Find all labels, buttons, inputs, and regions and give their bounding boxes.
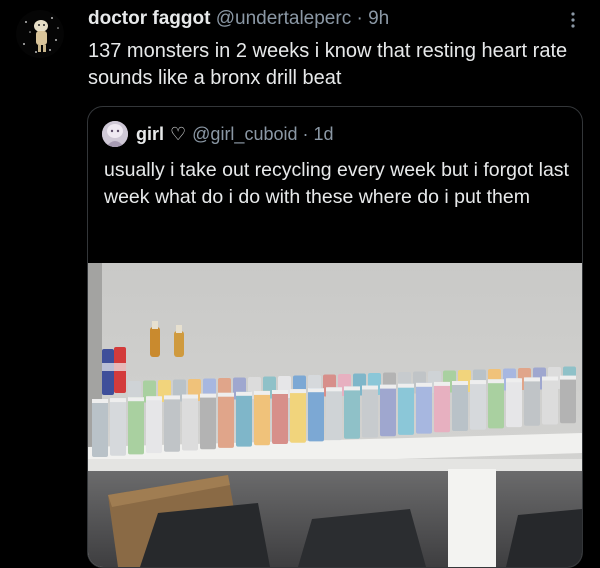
can-top: [326, 387, 342, 392]
can-top: [488, 379, 504, 384]
can-top: [128, 397, 144, 402]
can: [452, 381, 468, 431]
can-top: [398, 383, 414, 388]
can: [398, 383, 414, 435]
can: [416, 382, 432, 434]
can-top: [344, 386, 360, 391]
can-top: [380, 384, 396, 389]
can-top: [92, 399, 108, 403]
quoted-separator: ·: [302, 124, 309, 144]
can-top: [362, 385, 378, 390]
can: [308, 388, 324, 442]
can: [470, 380, 486, 430]
quoted-tweet-header: girl ♡ @girl_cuboid · 1d: [102, 121, 334, 147]
can-top: [182, 394, 198, 399]
timestamp[interactable]: 9h: [368, 8, 389, 29]
can: [362, 385, 378, 438]
can-top: [236, 391, 252, 396]
display-name[interactable]: doctor faggot: [88, 8, 210, 29]
can-top: [146, 396, 162, 401]
can: [254, 390, 270, 446]
handle[interactable]: @undertaleperc: [216, 8, 351, 29]
can-top: [470, 380, 486, 385]
can: [560, 375, 576, 424]
tweet-text: 137 monsters in 2 weeks i know that rest…: [88, 40, 568, 89]
can: [182, 394, 198, 451]
avatar-image: [23, 17, 59, 53]
can: [164, 395, 180, 452]
can: [290, 389, 306, 443]
can-top: [452, 381, 468, 385]
avatar[interactable]: [16, 10, 64, 58]
can-top: [290, 389, 306, 394]
can: [236, 391, 252, 447]
can-top: [434, 381, 450, 386]
can: [344, 386, 360, 439]
can: [506, 378, 522, 428]
can: [380, 384, 396, 437]
quoted-tweet[interactable]: girl ♡ @girl_cuboid · 1d usually i take …: [87, 106, 583, 568]
quoted-display-name[interactable]: girl: [136, 123, 164, 145]
can: [146, 396, 162, 454]
can: [326, 387, 342, 441]
quoted-tweet-text: usually i take out recycling every week …: [104, 159, 569, 208]
can-top: [254, 390, 270, 395]
can-top: [272, 390, 288, 394]
quoted-timestamp[interactable]: 1d: [313, 123, 333, 145]
heart-icon: ♡: [170, 124, 187, 144]
can: [92, 399, 108, 457]
can-top: [524, 377, 540, 382]
can-top: [542, 376, 558, 381]
more-icon[interactable]: [564, 8, 582, 32]
can-top: [110, 398, 126, 403]
can: [272, 390, 288, 444]
can-top: [218, 392, 234, 397]
can: [434, 381, 450, 433]
quoted-photo[interactable]: [88, 263, 582, 567]
separator: ·: [356, 8, 363, 29]
can: [218, 392, 234, 448]
can-top: [308, 388, 324, 393]
can: [488, 379, 504, 429]
can-top: [164, 395, 180, 400]
can-top: [560, 375, 576, 380]
quoted-handle[interactable]: @girl_cuboid: [192, 123, 297, 145]
can: [524, 377, 540, 426]
can: [110, 398, 126, 456]
can-top: [416, 382, 432, 387]
tweet-header: doctor faggot @undertaleperc · 9h: [88, 8, 389, 30]
can: [128, 397, 144, 455]
can-top: [506, 378, 522, 383]
can: [200, 393, 216, 450]
can-top: [200, 393, 216, 398]
quoted-avatar[interactable]: [102, 121, 128, 147]
can: [542, 376, 558, 425]
